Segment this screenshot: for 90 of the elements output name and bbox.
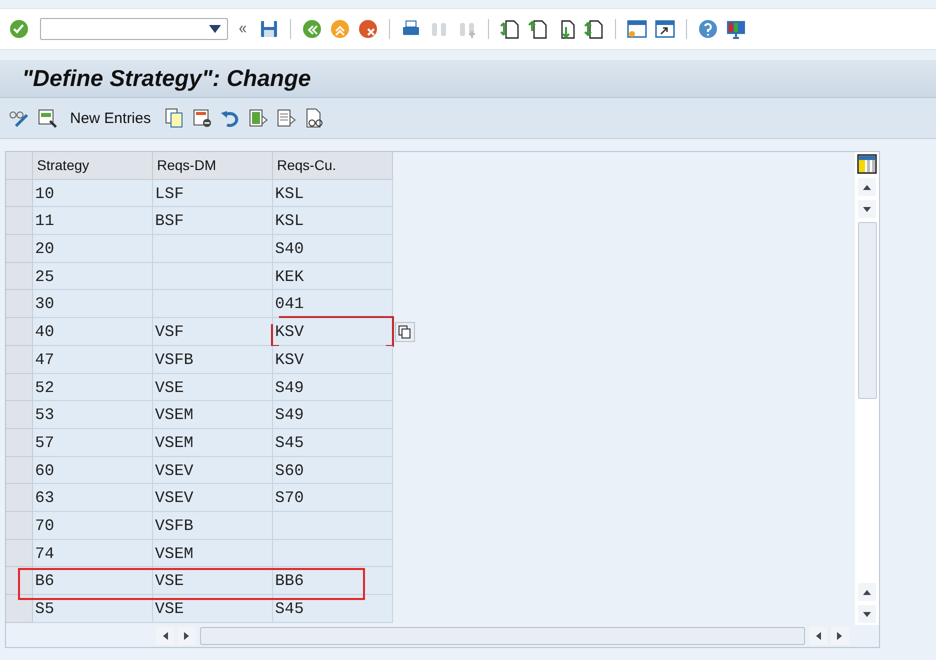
table-cell: 25: [33, 262, 153, 290]
table-cell: VSFB: [153, 346, 273, 374]
table-cell: VSFB: [153, 512, 273, 540]
deselect-all-icon[interactable]: [274, 107, 297, 129]
table-cell: 57: [33, 428, 153, 457]
table-cell: 52: [33, 374, 153, 402]
table-cell[interactable]: KSL: [273, 207, 393, 236]
cancel-icon[interactable]: [357, 18, 379, 40]
table-cell[interactable]: KSL: [273, 180, 393, 208]
table-cell: VSE: [153, 567, 273, 595]
table-cell[interactable]: KEK: [273, 262, 393, 290]
table-cell[interactable]: S70: [273, 484, 393, 512]
select-all-cell[interactable]: [6, 152, 33, 180]
delete-icon[interactable]: [190, 107, 213, 129]
down-triangle-icon: [862, 610, 872, 618]
monitor-icon[interactable]: [725, 18, 747, 40]
data-browser-icon[interactable]: [36, 107, 58, 129]
column-header[interactable]: Reqs-DM: [153, 152, 273, 180]
scroll-down-button[interactable]: [858, 605, 876, 623]
table-cell: VSEM: [153, 401, 273, 429]
table-cell: 20: [33, 235, 153, 263]
table-cell: VSF: [153, 318, 273, 346]
help-icon[interactable]: [697, 18, 719, 40]
table-cell[interactable]: S49: [273, 374, 393, 402]
shortcut-icon[interactable]: [654, 18, 676, 40]
select-all-icon[interactable]: [246, 107, 269, 129]
scrollbar-thumb[interactable]: [200, 627, 805, 645]
save-icon[interactable]: [258, 18, 280, 40]
scroll-left-button[interactable]: [809, 627, 827, 645]
column-header[interactable]: Strategy: [33, 152, 153, 180]
scrollbar-thumb[interactable]: [858, 222, 876, 399]
scroll-up-button[interactable]: [858, 583, 876, 601]
previous-page-icon[interactable]: [527, 18, 549, 40]
table-cell: VSE: [153, 595, 273, 623]
right-triangle-icon: [183, 631, 191, 641]
scroll-left-button[interactable]: [156, 627, 174, 645]
table-cell: 40: [33, 318, 153, 346]
last-page-icon[interactable]: [583, 18, 605, 40]
column-layout-icon[interactable]: [857, 154, 877, 174]
table-cell: BSF: [153, 207, 273, 236]
table-cell[interactable]: KSV: [273, 346, 393, 374]
table-cell: 53: [33, 401, 153, 429]
left-triangle-icon: [161, 631, 169, 641]
table-cell: 30: [33, 290, 153, 318]
screen-title: "Define Strategy": Change: [22, 65, 311, 92]
table-cell[interactable]: S40: [273, 235, 393, 263]
first-page-icon[interactable]: [499, 18, 521, 40]
command-field[interactable]: [40, 18, 228, 40]
up-triangle-icon: [862, 588, 872, 596]
table-cell[interactable]: S45: [273, 428, 393, 457]
table-cell[interactable]: S45: [273, 595, 393, 623]
scroll-right-button[interactable]: [831, 627, 849, 645]
copy-icon[interactable]: [162, 107, 185, 129]
table-cell: VSEV: [153, 484, 273, 512]
column-header[interactable]: Reqs-Cu.: [273, 152, 393, 180]
table-cell[interactable]: [273, 512, 393, 540]
table-cell: S5: [33, 595, 153, 623]
confirm-icon[interactable]: [8, 18, 30, 40]
table-cell: 47: [33, 346, 153, 374]
table-cell: VSEM: [153, 428, 273, 457]
new-window-icon[interactable]: [626, 18, 648, 40]
table-cell: 70: [33, 512, 153, 540]
table-cell[interactable]: BB6: [273, 567, 393, 595]
table-cell: 63: [33, 484, 153, 512]
table-cell: VSEM: [153, 540, 273, 568]
table-cell[interactable]: S60: [273, 456, 393, 484]
table-cell: B6: [33, 567, 153, 595]
scroll-down-button[interactable]: [858, 200, 876, 218]
table-cell[interactable]: KSV: [273, 318, 393, 346]
row-selector[interactable]: [6, 595, 33, 623]
scroll-up-button[interactable]: [858, 178, 876, 196]
table-cell: VSE: [153, 374, 273, 402]
left-triangle-icon: [814, 631, 822, 641]
table-cell[interactable]: [273, 540, 393, 568]
table-cell: LSF: [153, 180, 273, 208]
right-triangle-icon: [836, 631, 844, 641]
down-triangle-icon: [862, 205, 872, 213]
table-cell: VSEV: [153, 456, 273, 484]
table-cell: 60: [33, 456, 153, 484]
table-cell: 10: [33, 180, 153, 208]
up-triangle-icon: [862, 183, 872, 191]
table-cell[interactable]: S49: [273, 401, 393, 429]
dropdown-caret-icon[interactable]: [209, 25, 221, 33]
table-cell: 11: [33, 207, 153, 236]
new-entries-button[interactable]: New Entries: [64, 108, 157, 128]
table-cell: 74: [33, 540, 153, 568]
scroll-right-button[interactable]: [178, 627, 196, 645]
table-cell[interactable]: 041: [273, 290, 393, 318]
copy-icon[interactable]: [395, 322, 415, 342]
back-icon[interactable]: [301, 18, 323, 40]
